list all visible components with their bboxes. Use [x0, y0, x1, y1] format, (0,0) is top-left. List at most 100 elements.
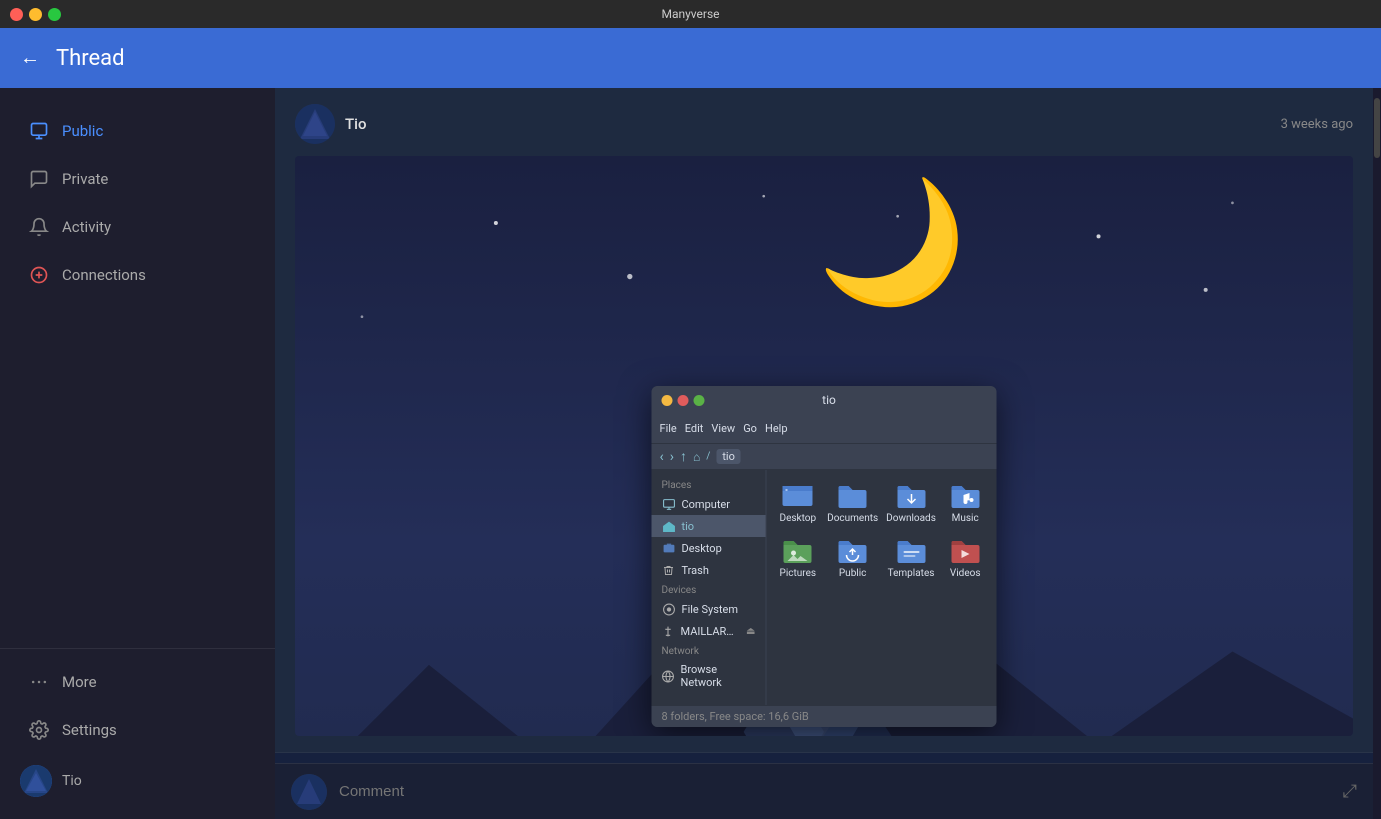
fm-sidebar-tio[interactable]: tio: [652, 515, 766, 537]
fm-window-buttons: [662, 395, 705, 406]
fm-close-btn[interactable]: [678, 395, 689, 406]
minimize-button[interactable]: [29, 8, 42, 21]
fm-sidebar-network[interactable]: Browse Network: [652, 659, 766, 693]
sidebar-item-private[interactable]: Private: [8, 156, 267, 202]
comment-input[interactable]: [339, 783, 1331, 800]
back-button[interactable]: ←: [20, 47, 40, 70]
fm-sidebar-network-label: Browse Network: [681, 663, 756, 689]
more-icon: [28, 671, 50, 693]
sidebar-item-label-settings: Settings: [62, 721, 117, 739]
scrollbar-thumb[interactable]: [1374, 98, 1380, 158]
maximize-button[interactable]: [48, 8, 61, 21]
fm-status-text: 8 folders, Free space: 16,6 GiB: [662, 710, 809, 723]
fm-menu-file[interactable]: File: [660, 422, 677, 435]
app-title: Manyverse: [661, 7, 719, 21]
settings-icon: [28, 719, 50, 741]
fm-documents-label: Documents: [827, 513, 878, 525]
fm-sidebar-filesystem-label: File System: [682, 603, 738, 616]
comment-avatar: [291, 774, 327, 810]
fm-file-pictures[interactable]: Pictures: [775, 533, 822, 584]
close-button[interactable]: [10, 8, 23, 21]
public-icon: [28, 120, 50, 142]
fm-desktop-label: Desktop: [780, 513, 817, 525]
scrollbar-track[interactable]: [1373, 88, 1381, 819]
fm-sidebar-computer-label: Computer: [682, 498, 730, 511]
fm-sidebar-usb[interactable]: MAILLARO_XFCE... ⏏: [652, 620, 766, 642]
fm-forward-btn[interactable]: ›: [670, 449, 674, 465]
sidebar-bottom: More Settings: [0, 648, 275, 819]
sidebar-item-label-connections: Connections: [62, 266, 146, 284]
post-image: 🌙: [295, 156, 1353, 736]
sidebar-user[interactable]: Tio: [0, 755, 275, 807]
sidebar-nav: Public Private Activity: [0, 98, 275, 648]
file-manager-window: tio File Edit View Go Help: [652, 386, 997, 727]
sidebar-item-public[interactable]: Public: [8, 108, 267, 154]
sidebar-item-connections[interactable]: Connections: [8, 252, 267, 298]
fm-file-templates[interactable]: Templates: [884, 533, 938, 584]
fm-menu-help[interactable]: Help: [765, 422, 788, 435]
eject-icon[interactable]: ⏏: [746, 626, 755, 637]
fm-body: Places Computer: [652, 470, 997, 705]
content-area: Tio 3 weeks ago: [275, 88, 1373, 819]
fm-section-network: Network: [652, 642, 766, 659]
sidebar-item-label-more: More: [62, 673, 97, 691]
fm-sidebar-trash[interactable]: Trash: [652, 559, 766, 581]
fm-maximize-btn[interactable]: [694, 395, 705, 406]
sidebar-item-settings[interactable]: Settings: [8, 707, 267, 753]
fm-file-downloads[interactable]: Downloads: [884, 478, 938, 529]
fm-videos-label: Videos: [950, 568, 981, 580]
trash-icon: [662, 563, 676, 577]
fm-sidebar-usb-label: MAILLARO_XFCE...: [681, 625, 741, 638]
post-avatar: [295, 104, 335, 144]
thread-content[interactable]: Tio 3 weeks ago: [275, 88, 1373, 763]
fm-sidebar-computer[interactable]: Computer: [652, 493, 766, 515]
fm-menu-edit[interactable]: Edit: [685, 422, 704, 435]
fm-file-desktop[interactable]: Desktop: [775, 478, 822, 529]
fm-sidebar: Places Computer: [652, 470, 767, 705]
sidebar: Public Private Activity: [0, 88, 275, 819]
fm-menu-view[interactable]: View: [711, 422, 735, 435]
fm-titlebar: tio: [652, 386, 997, 414]
fm-statusbar: 8 folders, Free space: 16,6 GiB: [652, 705, 997, 727]
network-icon: [662, 669, 675, 683]
activity-icon: [28, 216, 50, 238]
fm-title: tio: [705, 393, 954, 407]
expand-icon[interactable]: ⤢: [1343, 781, 1357, 802]
fm-file-public[interactable]: Public: [825, 533, 880, 584]
usb-icon: [662, 624, 675, 638]
fm-downloads-label: Downloads: [886, 513, 936, 525]
fm-sidebar-desktop[interactable]: Desktop: [652, 537, 766, 559]
fm-up-btn[interactable]: ↑: [680, 448, 687, 465]
svg-text:🌙: 🌙: [817, 172, 967, 314]
titlebar-buttons: [10, 8, 61, 21]
fm-main-area: Desktop Documents Down: [767, 470, 997, 705]
fm-home-icon: ⌂: [693, 450, 700, 464]
fm-back-btn[interactable]: ‹: [660, 449, 664, 465]
home-folder-icon: [662, 519, 676, 533]
private-icon: [28, 168, 50, 190]
fm-toolbar: File Edit View Go Help: [652, 414, 997, 444]
fm-sidebar-filesystem[interactable]: File System: [652, 598, 766, 620]
fm-music-label: Music: [952, 513, 979, 525]
titlebar: Manyverse: [0, 0, 1381, 28]
computer-icon: [662, 497, 676, 511]
fm-menu-go[interactable]: Go: [743, 422, 757, 435]
fm-minimize-btn[interactable]: [662, 395, 673, 406]
fm-file-documents[interactable]: Documents: [825, 478, 880, 529]
sidebar-item-activity[interactable]: Activity: [8, 204, 267, 250]
fm-section-places: Places: [652, 476, 766, 493]
connections-icon: [28, 264, 50, 286]
fm-file-music[interactable]: Music: [942, 478, 989, 529]
header: ← Thread: [0, 28, 1381, 88]
page-title: Thread: [56, 46, 125, 71]
fm-file-videos[interactable]: Videos: [942, 533, 989, 584]
sidebar-item-label-activity: Activity: [62, 218, 111, 236]
fm-path-label[interactable]: tio: [716, 449, 741, 464]
sidebar-user-label: Tio: [62, 773, 82, 789]
sidebar-item-label-public: Public: [62, 122, 103, 140]
sidebar-item-more[interactable]: More: [8, 659, 267, 705]
fm-sidebar-trash-label: Trash: [682, 564, 709, 577]
fm-separator: /: [706, 451, 710, 462]
post-header: Tio 3 weeks ago: [295, 104, 1353, 144]
fm-public-label: Public: [839, 568, 867, 580]
